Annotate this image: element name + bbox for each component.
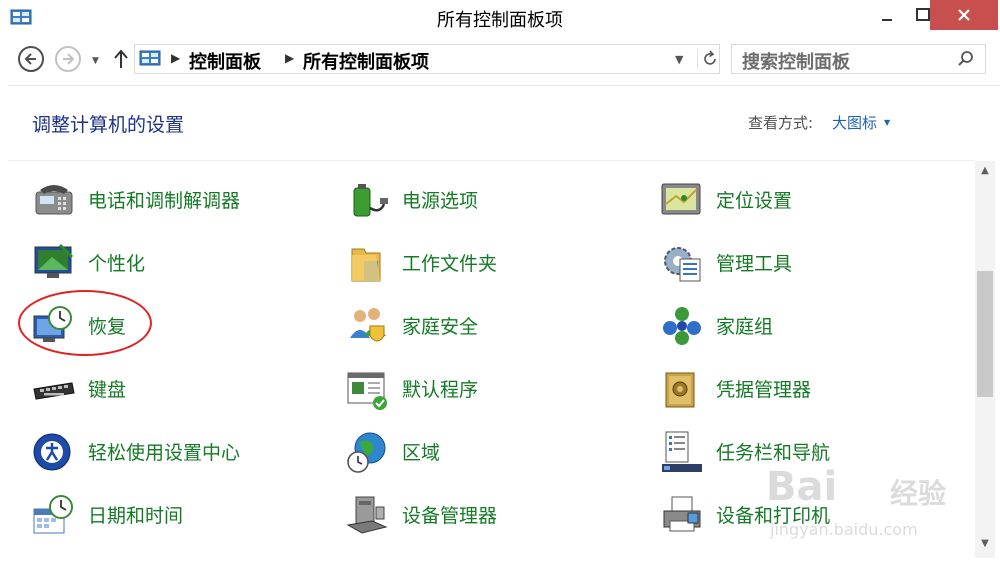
breadcrumb-control-panel[interactable]: 控制面板 (189, 48, 261, 74)
address-bar[interactable]: ▶ 控制面板 ▶ 所有控制面板项 ▼ (134, 44, 720, 74)
location-icon (661, 183, 701, 215)
item-work-folders[interactable]: 工作文件夹 (346, 237, 646, 287)
refresh-icon[interactable] (701, 48, 719, 70)
item-region[interactable]: 区域 (346, 426, 646, 476)
watermark-brand-cn: 经验 (890, 477, 947, 510)
chevron-down-icon[interactable]: ▼ (884, 118, 890, 127)
item-personalization[interactable]: 个性化 (32, 237, 332, 287)
printer-icon (663, 496, 701, 532)
navigation-bar: ▼ ▶ 控制面板 ▶ 所有控制面板项 ▼ 搜索控制面板 (0, 38, 1000, 84)
item-keyboard[interactable]: 键盘 (32, 363, 332, 413)
chevron-up-icon[interactable]: ▲ (975, 165, 995, 181)
item-label: 轻松使用设置中心 (88, 442, 241, 464)
view-by-dropdown[interactable]: 大图标 (832, 112, 877, 133)
divider (8, 160, 975, 161)
item-label: 设备管理器 (402, 505, 498, 527)
item-label: 定位设置 (716, 190, 793, 212)
admin-tools-icon (664, 247, 701, 282)
homegroup-icon (663, 307, 701, 345)
keyboard-icon (33, 382, 75, 400)
item-ease-of-access[interactable]: 轻松使用设置中心 (32, 426, 332, 476)
page-heading: 调整计算机的设置 (32, 114, 185, 136)
minimize-icon (882, 19, 892, 21)
item-label: 工作文件夹 (402, 253, 498, 275)
maximize-icon (916, 8, 930, 21)
item-date-time[interactable]: 日期和时间 (32, 489, 332, 539)
item-family-safety[interactable]: 家庭安全 (346, 300, 646, 350)
item-location-settings[interactable]: 定位设置 (660, 174, 960, 224)
title-bar: 所有控制面板项 (0, 0, 1000, 38)
ease-of-access-icon (33, 433, 71, 471)
taskbar-icon (662, 431, 702, 472)
search-box[interactable]: 搜索控制面板 (731, 44, 986, 74)
item-label: 电源选项 (402, 190, 479, 212)
globe-clock-icon (347, 432, 386, 473)
divider (8, 85, 1000, 86)
item-label: 区域 (402, 442, 441, 464)
item-label: 日期和时间 (88, 505, 184, 527)
item-label: 键盘 (88, 379, 127, 401)
highlight-annotation (18, 290, 152, 356)
chevron-right-icon[interactable]: ▶ (171, 51, 180, 65)
arrow-right-icon (63, 53, 75, 65)
device-manager-icon (346, 496, 388, 534)
close-icon (958, 9, 970, 21)
control-panel-window: 所有控制面板项 ▼ ▶ 控制面板 ▶ 所有控制面板项 ▼ 搜索控制面板 调整计算… (0, 0, 1000, 561)
search-input[interactable]: 搜索控制面板 (742, 48, 850, 74)
window-title: 所有控制面板项 (437, 10, 563, 31)
breadcrumb-all-items[interactable]: 所有控制面板项 (303, 48, 429, 74)
battery-icon (353, 184, 388, 217)
control-panel-icon (139, 50, 161, 66)
item-label: 管理工具 (716, 253, 793, 275)
view-by-label: 查看方式: (748, 114, 814, 132)
up-arrow-icon[interactable] (112, 46, 130, 72)
item-homegroup[interactable]: 家庭组 (660, 300, 960, 350)
chevron-right-icon[interactable]: ▶ (285, 51, 294, 65)
folder-icon (351, 248, 381, 282)
forward-button[interactable] (55, 46, 81, 72)
item-label: 家庭组 (716, 316, 774, 338)
item-label: 个性化 (88, 253, 146, 275)
item-label: 家庭安全 (402, 316, 479, 338)
scrollbar-thumb[interactable] (977, 271, 993, 397)
arrow-left-icon (24, 53, 36, 65)
personalization-icon (34, 243, 74, 278)
search-icon[interactable] (957, 50, 975, 68)
baidu-watermark: Bai 经验 jingyan.baidu.com (720, 458, 980, 548)
item-credential-manager[interactable]: 凭据管理器 (660, 363, 960, 413)
item-label: 凭据管理器 (716, 379, 812, 401)
item-power-options[interactable]: 电源选项 (346, 174, 646, 224)
chevron-down-icon[interactable]: ▼ (675, 53, 683, 66)
calendar-clock-icon (33, 495, 73, 534)
close-button[interactable] (930, 0, 998, 30)
phone-modem-icon (35, 185, 73, 215)
item-label: 电话和调制解调器 (88, 190, 241, 212)
watermark-brand: Bai (766, 464, 838, 510)
item-label: 默认程序 (402, 379, 479, 401)
credential-manager-icon (665, 372, 695, 408)
back-button[interactable] (18, 46, 44, 72)
watermark-url: jingyan.baidu.com (770, 520, 918, 539)
divider (697, 49, 698, 69)
recent-locations-dropdown[interactable]: ▼ (92, 56, 99, 66)
item-default-programs[interactable]: 默认程序 (346, 363, 646, 413)
item-phone-modem[interactable]: 电话和调制解调器 (32, 174, 332, 224)
family-safety-icon (350, 308, 386, 342)
item-admin-tools[interactable]: 管理工具 (660, 237, 960, 287)
default-programs-icon (347, 372, 387, 410)
item-device-manager[interactable]: 设备管理器 (346, 489, 646, 539)
